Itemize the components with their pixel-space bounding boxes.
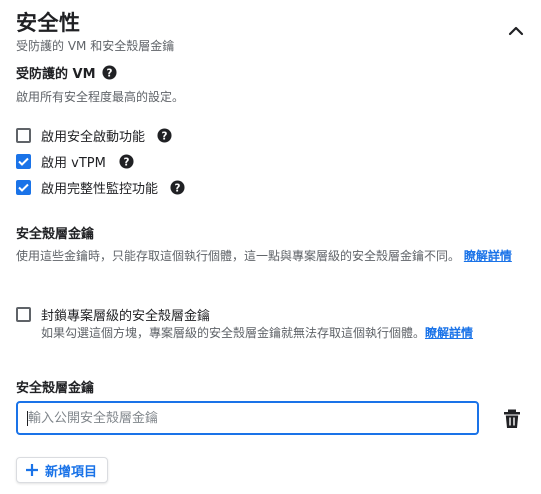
- integrity-monitoring-checkbox[interactable]: [16, 180, 31, 195]
- delete-icon[interactable]: [503, 409, 521, 429]
- block-project-keys-help: 如果勾選這個方塊，專案層級的安全殼層金鑰就無法存取這個執行個體。瞭解詳情: [41, 324, 473, 341]
- block-project-keys-checkbox[interactable]: [16, 307, 31, 322]
- learn-more-link[interactable]: 瞭解詳情: [425, 326, 473, 340]
- plus-icon: [26, 464, 38, 476]
- svg-text:?: ?: [162, 130, 168, 142]
- check-icon: [18, 157, 29, 166]
- option-vtpm[interactable]: 啟用 vTPM ?: [16, 152, 134, 171]
- ssh-keys-description-text: 使用這些金鑰時，只能存取這個執行個體，這一點與專案層級的安全殼層金鑰不同。: [16, 249, 461, 263]
- block-project-keys-help-text: 如果勾選這個方塊，專案層級的安全殼層金鑰就無法存取這個執行個體。: [41, 326, 426, 340]
- vtpm-label[interactable]: 啟用 vTPM: [41, 152, 106, 171]
- shielded-vm-heading-row: 受防護的 VM ?: [16, 63, 117, 82]
- collapse-button[interactable]: [505, 20, 527, 42]
- integrity-monitoring-label[interactable]: 啟用完整性監控功能: [41, 178, 158, 197]
- option-secure-boot[interactable]: 啟用安全啟動功能 ?: [16, 126, 172, 145]
- section-title: 安全性: [16, 11, 81, 35]
- ssh-keys-description: 使用這些金鑰時，只能存取這個執行個體，這一點與專案層級的安全殼層金鑰不同。 瞭解…: [16, 246, 531, 266]
- svg-text:?: ?: [106, 67, 112, 79]
- help-icon[interactable]: ?: [157, 128, 172, 143]
- check-icon: [18, 183, 29, 192]
- shielded-vm-description: 啟用所有安全程度最高的設定。: [16, 90, 185, 104]
- block-project-keys-label[interactable]: 封鎖專案層級的安全殼層金鑰: [41, 305, 210, 324]
- add-item-label: 新增項目: [45, 464, 98, 480]
- svg-text:?: ?: [175, 182, 181, 194]
- ssh-key-input[interactable]: [16, 401, 479, 435]
- secure-boot-checkbox[interactable]: [16, 128, 31, 143]
- svg-text:?: ?: [123, 156, 129, 168]
- ssh-keys-heading: 安全殼層金鑰: [16, 227, 95, 242]
- shielded-vm-heading: 受防護的 VM: [16, 67, 96, 82]
- secure-boot-label[interactable]: 啟用安全啟動功能: [41, 126, 145, 145]
- section-subtitle: 受防護的 VM 和安全殼層金鑰: [16, 39, 175, 53]
- text-cursor: [27, 411, 28, 426]
- learn-more-link[interactable]: 瞭解詳情: [464, 249, 512, 263]
- option-integrity-monitoring[interactable]: 啟用完整性監控功能 ?: [16, 178, 185, 197]
- add-item-button[interactable]: 新增項目: [16, 457, 109, 483]
- help-icon[interactable]: ?: [170, 180, 185, 195]
- ssh-key-field-label: 安全殼層金鑰: [16, 381, 95, 396]
- vtpm-checkbox[interactable]: [16, 154, 31, 169]
- option-block-project-keys[interactable]: 封鎖專案層級的安全殼層金鑰: [16, 305, 210, 324]
- chevron-up-icon: [508, 26, 524, 36]
- help-icon[interactable]: ?: [102, 65, 117, 80]
- help-icon[interactable]: ?: [119, 154, 134, 169]
